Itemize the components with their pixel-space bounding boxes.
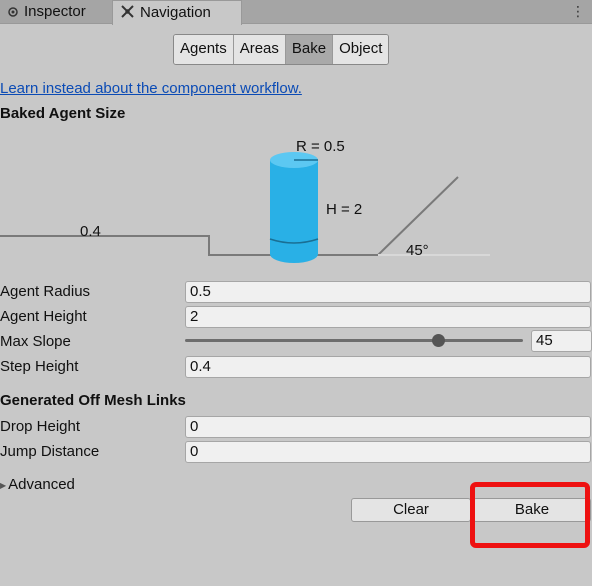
segment-agents[interactable]: Agents <box>174 35 234 64</box>
max-slope-slider-thumb[interactable] <box>432 334 445 347</box>
tab-bar: Inspector Navigation ⋮ <box>0 0 592 25</box>
tab-navigation[interactable]: Navigation <box>112 0 242 25</box>
max-slope-label: Max Slope <box>0 333 71 350</box>
foldout-triangle-icon: ▶ <box>0 480 7 490</box>
ground-profile <box>0 176 459 256</box>
component-workflow-link[interactable]: Learn instead about the component workfl… <box>0 80 302 97</box>
height-label: H = 2 <box>326 201 362 218</box>
radius-label: R = 0.5 <box>296 138 345 155</box>
tab-navigation-label: Navigation <box>140 4 211 21</box>
max-slope-field[interactable]: 45 <box>531 330 592 352</box>
navigation-icon <box>121 2 134 25</box>
tab-inspector-label: Inspector <box>24 3 86 20</box>
agent-size-diagram: R = 0.5 H = 2 0.4 45° <box>0 138 490 263</box>
drop-height-field[interactable]: 0 <box>185 416 591 438</box>
agent-radius-field[interactable]: 0.5 <box>185 281 591 303</box>
step-height-field[interactable]: 0.4 <box>185 356 591 378</box>
segment-object[interactable]: Object <box>333 35 389 64</box>
agent-radius-label: Agent Radius <box>0 283 91 300</box>
step-label: 0.4 <box>80 223 101 240</box>
agent-cylinder-bottom <box>270 245 318 263</box>
segment-bake[interactable]: Bake <box>285 35 334 64</box>
agent-cylinder-body <box>270 160 318 254</box>
advanced-label: Advanced <box>8 476 75 493</box>
more-options-icon[interactable]: ⋮ <box>571 3 585 20</box>
inspector-icon <box>8 1 18 24</box>
bake-highlight-box <box>470 482 590 548</box>
max-slope-slider-track[interactable] <box>185 339 523 342</box>
agent-height-field[interactable]: 2 <box>185 306 591 328</box>
off-mesh-links-header: Generated Off Mesh Links <box>0 392 186 409</box>
drop-height-label: Drop Height <box>0 418 81 435</box>
step-height-label: Step Height <box>0 358 79 375</box>
agent-height-label: Agent Height <box>0 308 87 325</box>
tab-inspector[interactable]: Inspector <box>0 0 110 23</box>
jump-distance-field[interactable]: 0 <box>185 441 591 463</box>
jump-distance-label: Jump Distance <box>0 443 100 460</box>
advanced-foldout[interactable]: ▶ Advanced <box>0 476 75 493</box>
mode-segmented-control: Agents Areas Bake Object <box>173 34 390 65</box>
clear-button[interactable]: Clear <box>351 498 471 522</box>
slope-label: 45° <box>406 242 429 259</box>
segment-areas[interactable]: Areas <box>233 35 286 64</box>
baked-agent-size-header: Baked Agent Size <box>0 105 126 122</box>
